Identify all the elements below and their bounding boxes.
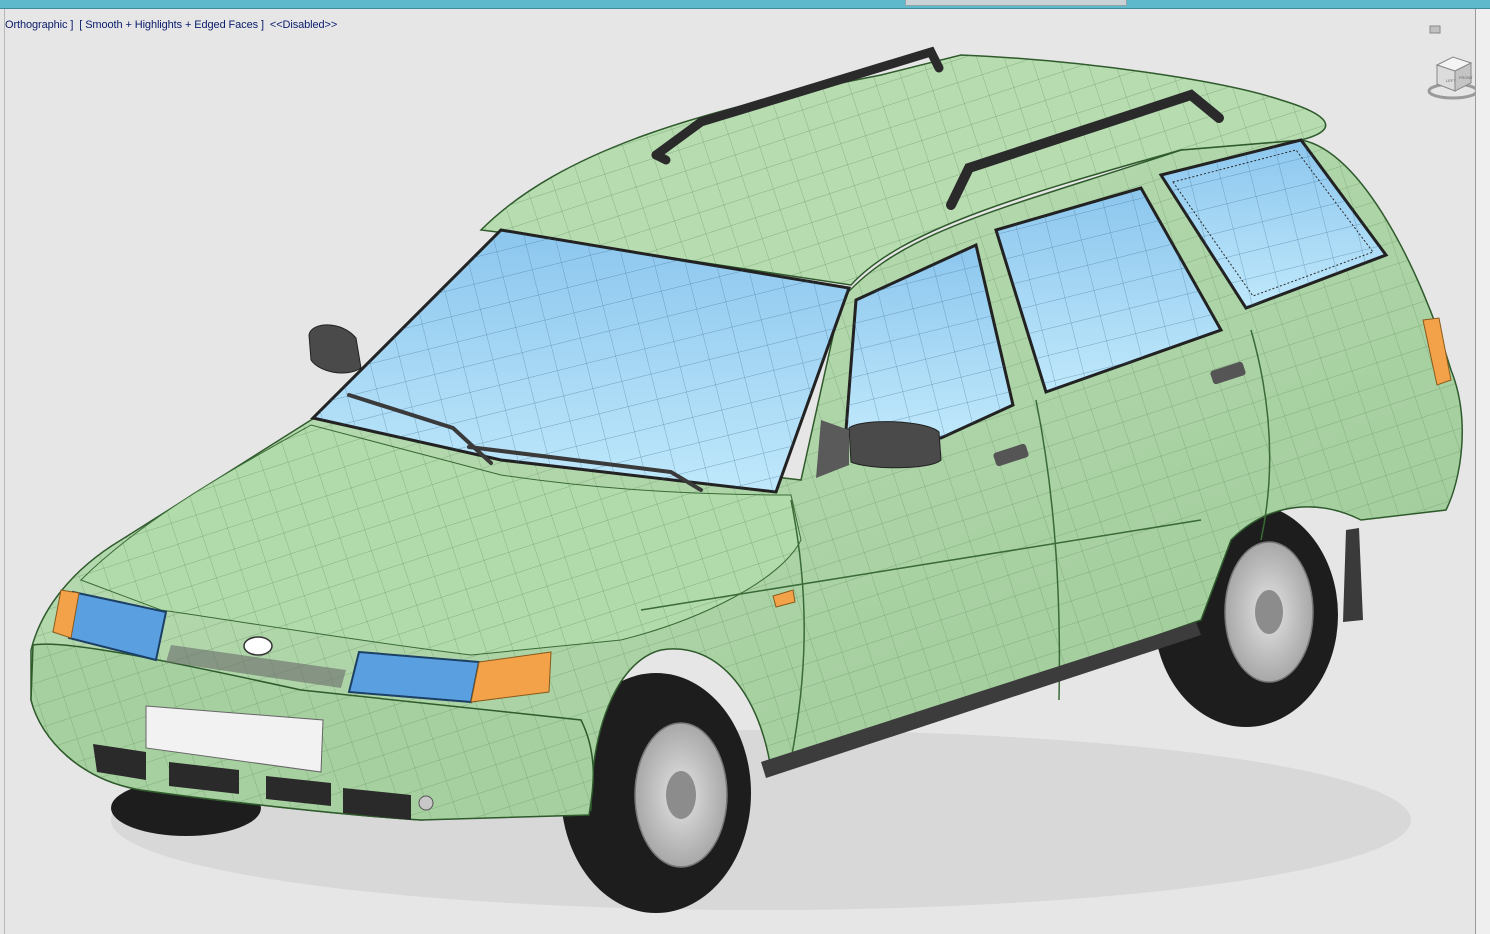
fog-light	[418, 795, 434, 811]
right-headlight	[347, 650, 481, 704]
car-model	[30, 46, 1463, 913]
rear-mudflap	[1343, 528, 1363, 622]
side-mirror-left	[308, 324, 362, 374]
right-scrollbar[interactable]	[1475, 9, 1490, 934]
viewcube-icon[interactable]: LEFT FRONT	[1427, 49, 1479, 101]
viewcube-front-face[interactable]: FRONT	[1459, 75, 1473, 80]
viewport-menu-icon[interactable]	[1429, 21, 1441, 34]
toolbar-strip[interactable]	[905, 0, 1127, 6]
viewcube-left-face[interactable]: LEFT	[1446, 78, 1456, 83]
window-title-bar	[0, 0, 1490, 9]
3d-viewport[interactable]: Orthographic ] [ Smooth + Highlights + E…	[4, 9, 1479, 934]
